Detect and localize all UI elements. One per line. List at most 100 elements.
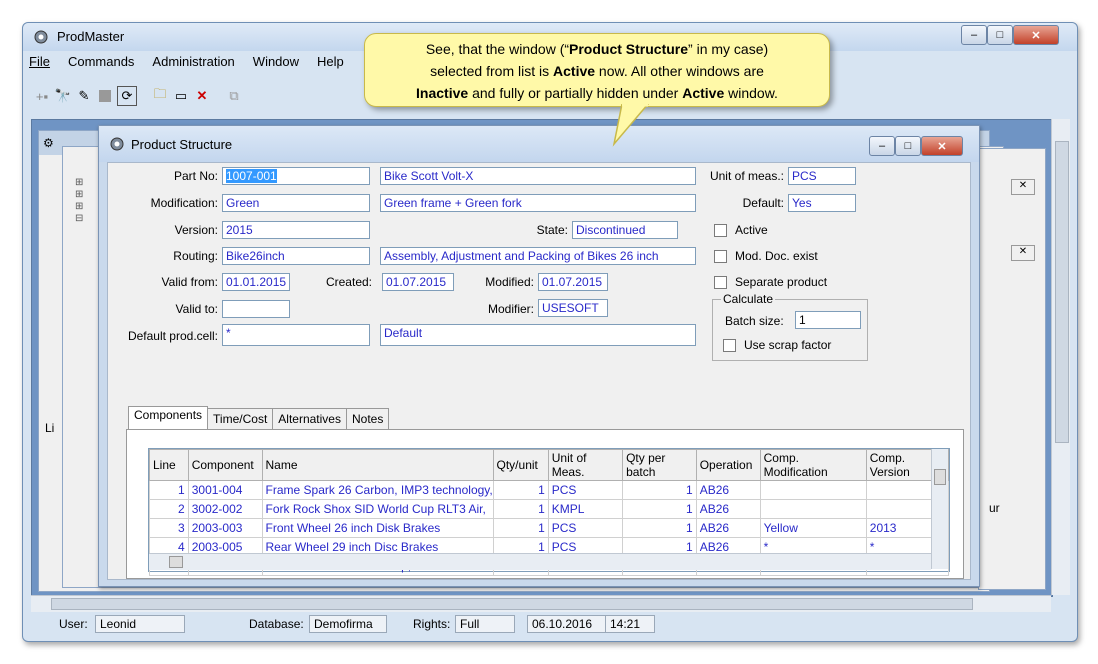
table-cell[interactable]: 3001-004 (187, 480, 263, 500)
mod-doc-checkbox-box[interactable] (714, 250, 727, 264)
stop-icon[interactable] (96, 87, 114, 105)
close-button[interactable]: ✕ (1013, 25, 1059, 45)
table-cell[interactable]: 3 (149, 518, 189, 538)
menu-file[interactable]: File (27, 54, 52, 74)
grid-column-header[interactable]: Line (149, 449, 189, 481)
bg-close-icon[interactable]: ✕ (1011, 245, 1035, 261)
table-row[interactable]: 1 3001-004 Frame Spark 26 Carbon, IMP3 tec… (149, 480, 950, 500)
table-cell[interactable] (759, 499, 867, 519)
default-field[interactable]: Yes (788, 194, 856, 212)
product-structure-titlebar[interactable]: Product Structure – □ ✕ (99, 126, 979, 162)
grid-hscroll-thumb[interactable] (169, 556, 183, 568)
minimize-button[interactable]: – (961, 25, 987, 45)
table-cell[interactable]: 1 (622, 480, 697, 500)
table-cell[interactable]: 2 (149, 499, 189, 519)
mdi-hscroll-thumb[interactable] (51, 598, 973, 610)
copy-icon[interactable]: ⧉ (225, 87, 243, 105)
delete-icon[interactable]: ✕ (193, 87, 211, 105)
version-field[interactable]: 2015 (222, 221, 370, 239)
grid-horizontal-scrollbar[interactable] (149, 553, 931, 570)
tree-view[interactable]: ⊞ ⊞ ⊞ ⊟ (75, 177, 83, 225)
right-background-window[interactable]: ✕ ✕ ur (978, 148, 1046, 590)
grid-column-header[interactable]: Qty per batch (622, 449, 697, 481)
table-row[interactable]: 3 2003-003 Front Wheel 26 inch Disk Brakes… (149, 518, 950, 538)
modifier-field[interactable]: USESOFT (538, 299, 608, 317)
tab-notes[interactable]: Notes (345, 408, 390, 430)
state-field[interactable]: Discontinued (572, 221, 678, 239)
separate-product-checkbox-box[interactable] (714, 276, 727, 290)
active-checkbox-box[interactable] (714, 224, 727, 238)
table-cell[interactable]: 1 (492, 480, 549, 500)
modification-field[interactable]: Green (222, 194, 370, 212)
default-prod-cell-description[interactable]: Default (380, 324, 696, 346)
table-cell[interactable]: Fork Rock Shox SID World Cup RLT3 Air, (261, 499, 494, 519)
tab-components[interactable]: Components (128, 406, 209, 430)
table-cell[interactable]: 1 (492, 518, 549, 538)
table-cell[interactable]: PCS (547, 518, 624, 538)
created-field[interactable]: 01.07.2015 (382, 273, 454, 291)
scrap-factor-checkbox[interactable]: Use scrap factor (723, 338, 831, 353)
tab-time-cost[interactable]: Time/Cost (207, 408, 274, 430)
refresh-icon[interactable]: ⟳ (117, 86, 137, 106)
window-icon[interactable]: ▭ (172, 87, 190, 105)
menu-help[interactable]: Help (315, 54, 346, 74)
default-prod-cell-field[interactable]: * (222, 324, 370, 346)
grid-column-header[interactable]: Comp. Modification (759, 449, 867, 481)
separate-product-checkbox[interactable]: Separate product (714, 275, 827, 290)
valid-from-field[interactable]: 01.01.2015 (222, 273, 290, 291)
table-cell[interactable]: KMPL (547, 499, 624, 519)
menu-commands[interactable]: Commands (66, 54, 136, 74)
table-row[interactable]: 2 3002-002 Fork Rock Shox SID World Cup RL… (149, 499, 950, 519)
bg-close-icon[interactable]: ✕ (1011, 179, 1035, 195)
grid-column-header[interactable]: Operation (695, 449, 761, 481)
table-cell[interactable]: Frame Spark 26 Carbon, IMP3 technology, (261, 480, 494, 500)
table-cell[interactable]: AB26 (695, 480, 761, 500)
grid-column-header[interactable]: Name (261, 449, 494, 481)
table-cell[interactable]: AB26 (695, 518, 761, 538)
mdi-vscroll-thumb[interactable] (1055, 141, 1069, 443)
table-cell[interactable]: 1 (622, 499, 697, 519)
table-cell[interactable]: PCS (547, 480, 624, 500)
window-maximize-button[interactable]: □ (895, 136, 921, 156)
modified-label: Modified: (485, 275, 534, 289)
uom-field[interactable]: PCS (788, 167, 856, 185)
maximize-button[interactable]: □ (987, 25, 1013, 45)
tab-alternatives[interactable]: Alternatives (272, 408, 347, 430)
find-binoculars-icon[interactable]: 🔭 (54, 87, 72, 105)
add-record-icon[interactable]: +▪ (33, 87, 51, 105)
grid-vscroll-thumb[interactable] (934, 469, 946, 485)
part-description-field[interactable]: Bike Scott Volt-X (380, 167, 696, 185)
routing-field[interactable]: Bike26inch (222, 247, 370, 265)
modified-field[interactable]: 01.07.2015 (538, 273, 608, 291)
modification-description-field[interactable]: Green frame + Green fork (380, 194, 696, 212)
components-grid[interactable]: Line Component Name Qty/unit Unit of Meas. Qt… (148, 448, 950, 576)
table-cell[interactable]: Front Wheel 26 inch Disk Brakes (261, 518, 494, 538)
mdi-vertical-scrollbar[interactable] (1051, 119, 1070, 595)
grid-vertical-scrollbar[interactable] (931, 449, 948, 569)
batch-size-field[interactable]: 1 (795, 311, 861, 329)
routing-description-field[interactable]: Assembly, Adjustment and Packing of Bike… (380, 247, 696, 265)
grid-column-header[interactable]: Component (187, 449, 263, 481)
part-no-field[interactable]: 1007-001 (222, 167, 370, 185)
menu-administration[interactable]: Administration (150, 54, 236, 74)
table-cell[interactable]: 2003-003 (187, 518, 263, 538)
active-checkbox[interactable]: Active (714, 223, 768, 238)
grid-column-header[interactable]: Qty/unit (492, 449, 549, 481)
table-cell[interactable]: 1 (492, 499, 549, 519)
table-cell[interactable]: AB26 (695, 499, 761, 519)
mod-doc-checkbox[interactable]: Mod. Doc. exist (714, 249, 818, 264)
menu-window[interactable]: Window (251, 54, 301, 74)
table-cell[interactable]: 3002-002 (187, 499, 263, 519)
table-cell[interactable]: Yellow (759, 518, 867, 538)
table-cell[interactable] (759, 480, 867, 500)
scrap-factor-checkbox-box[interactable] (723, 339, 736, 353)
edit-icon[interactable]: ✎ (75, 87, 93, 105)
table-cell[interactable]: 1 (149, 480, 189, 500)
mdi-horizontal-scrollbar[interactable] (31, 595, 1051, 612)
grid-column-header[interactable]: Unit of Meas. (547, 449, 624, 481)
window-close-button[interactable]: ✕ (921, 136, 963, 156)
valid-to-field[interactable] (222, 300, 290, 318)
window-minimize-button[interactable]: – (869, 136, 895, 156)
new-folder-icon[interactable]: 🗀 (151, 86, 169, 105)
table-cell[interactable]: 1 (622, 518, 697, 538)
